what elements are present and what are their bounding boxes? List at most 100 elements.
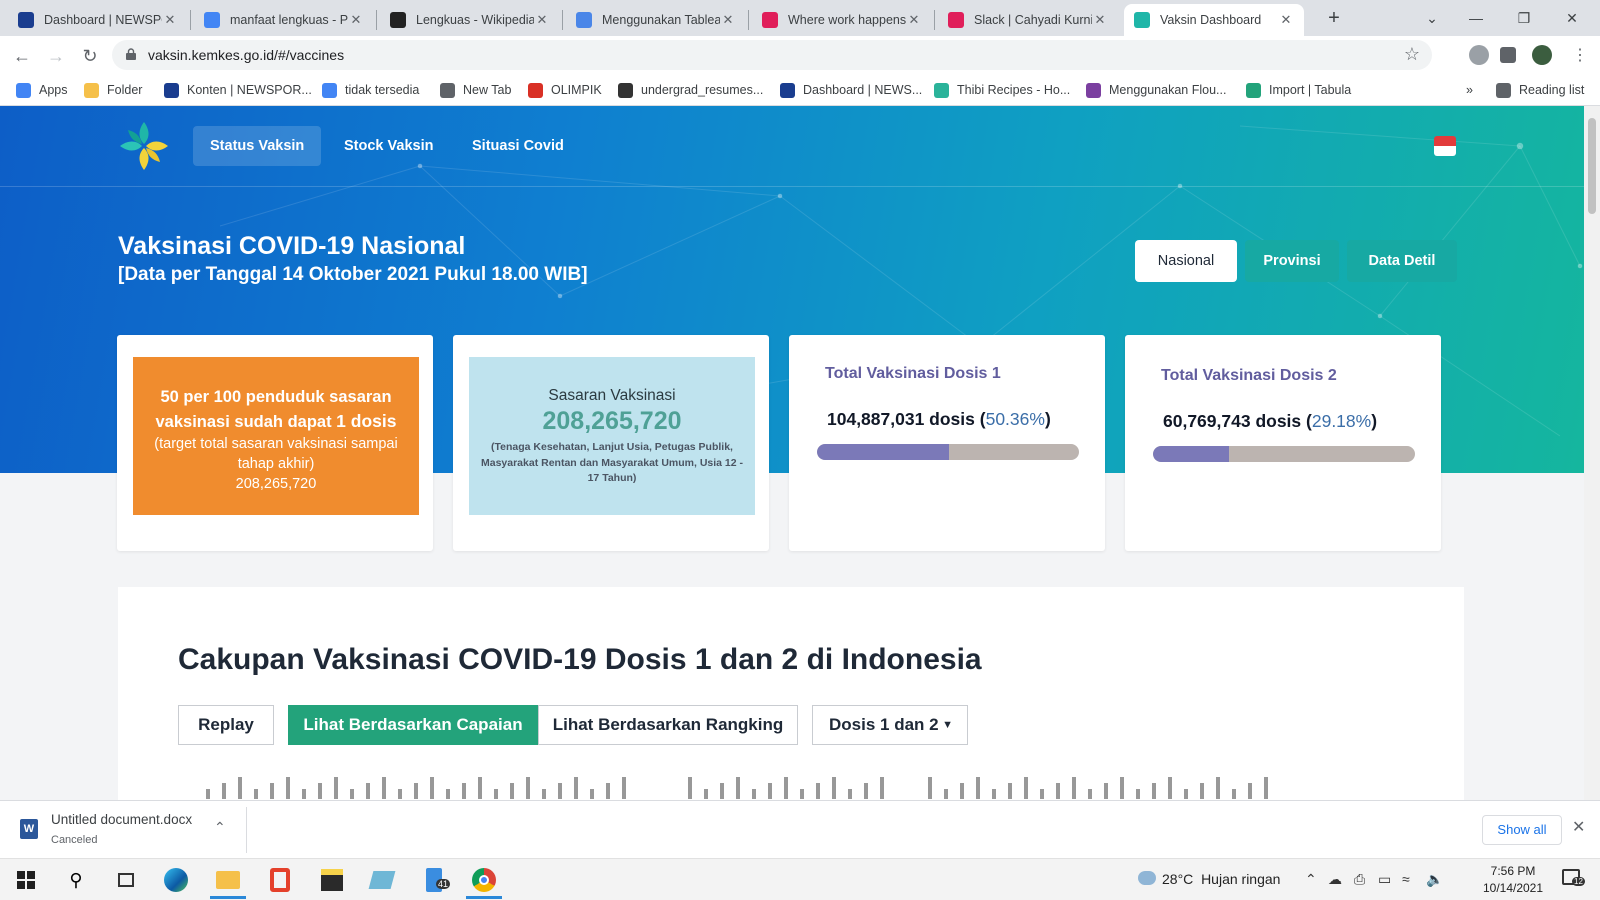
indonesia-flag-icon[interactable] (1434, 136, 1456, 156)
tab-close-icon[interactable]: ✕ (1278, 12, 1294, 28)
axis-tick-label (574, 777, 578, 799)
system-clock[interactable]: 7:56 PM 10/14/2021 (1468, 863, 1558, 897)
edge-icon[interactable] (152, 865, 200, 895)
file-explorer-icon[interactable] (204, 865, 252, 899)
browser-tab[interactable]: Menggunakan Tablea ✕ (566, 4, 746, 36)
tab-title: Where work happens (788, 13, 906, 27)
bookmark-item[interactable]: undergrad_resumes... (618, 80, 763, 100)
tab-close-icon[interactable]: ✕ (720, 12, 736, 28)
axis-tick-label (478, 777, 482, 799)
flourish-icon (1086, 82, 1101, 98)
download-bar: W Untitled document.docx Canceled ⌃ Show… (0, 800, 1600, 858)
snip-tool-icon[interactable] (358, 865, 406, 895)
browser-tab[interactable]: Where work happens ✕ (752, 4, 932, 36)
dose1-value: 104,887,031 dosis (50.36%) (827, 409, 1051, 429)
scope-button[interactable]: Provinsi (1245, 240, 1339, 282)
chevron-up-icon[interactable]: ⌃ (214, 819, 226, 836)
globe-icon[interactable] (1469, 45, 1489, 65)
nav-link[interactable]: Situasi Covid (455, 126, 581, 166)
tab-close-icon[interactable]: ✕ (348, 12, 364, 28)
nav-link[interactable]: Stock Vaksin (327, 126, 450, 166)
bookmark-item[interactable]: Apps (16, 80, 68, 100)
scope-button[interactable]: Nasional (1135, 240, 1237, 282)
browser-tab[interactable]: manfaat lengkuas - Pe ✕ (194, 4, 374, 36)
bookmark-item[interactable]: OLIMPIK (528, 80, 602, 100)
dose2-card: Total Vaksinasi Dosis 2 60,769,743 dosis… (1125, 335, 1441, 551)
scrollbar-thumb[interactable] (1588, 118, 1596, 214)
task-view-icon[interactable] (102, 865, 150, 895)
bookmark-item[interactable]: Menggunakan Flou... (1086, 80, 1226, 100)
axis-tick-label (960, 783, 964, 799)
page-scrollbar[interactable] (1584, 106, 1600, 800)
tab-title: Dashboard | NEWSPOR (44, 13, 162, 27)
kemkes-icon (1134, 12, 1150, 28)
dose-select[interactable]: Dosis 1 dan 2 ▼ (812, 705, 968, 745)
bookmark-item[interactable]: Dashboard | NEWS... (780, 80, 922, 100)
close-icon[interactable]: ✕ (1572, 817, 1585, 837)
nav-divider (0, 186, 1584, 187)
app-badge-icon[interactable]: 41 (410, 865, 458, 895)
bookmark-item[interactable]: Folder (84, 80, 142, 100)
axis-tick-label (430, 777, 434, 799)
address-bar[interactable]: vaksin.kemkes.go.id/#/vaccines ☆ (112, 40, 1432, 70)
browser-tab[interactable]: Slack | Cahyadi Kurnia ✕ (938, 4, 1118, 36)
bookmark-item[interactable]: Import | Tabula (1246, 80, 1351, 100)
menu-kebab-icon[interactable]: ⋮ (1566, 42, 1594, 70)
d-logo-icon (164, 82, 179, 98)
chevron-up-tray-icon[interactable]: ⌃ (1305, 871, 1317, 888)
onedrive-cloud-icon[interactable]: ☁ (1328, 871, 1342, 888)
tab-close-icon[interactable]: ✕ (906, 12, 922, 28)
bookmark-label: Konten | NEWSPOR... (187, 83, 312, 97)
globe-icon (440, 82, 455, 98)
chrome-icon[interactable] (460, 865, 508, 899)
weather-icon[interactable] (1138, 871, 1156, 885)
extensions-icon[interactable] (1500, 47, 1516, 63)
browser-tab[interactable]: Lengkuas - Wikipedia ✕ (380, 4, 560, 36)
bookmark-item[interactable]: Konten | NEWSPOR... (164, 80, 312, 100)
tab-close-icon[interactable]: ✕ (534, 12, 550, 28)
coverage-headline: 50 per 100 penduduk sasaran vaksinasi su… (155, 388, 397, 431)
axis-tick-label (752, 789, 756, 799)
scope-button[interactable]: Data Detil (1347, 240, 1457, 282)
reading-list-button[interactable]: Reading list (1496, 80, 1584, 100)
bookmark-star-icon[interactable]: ☆ (1404, 44, 1420, 65)
download-filename[interactable]: Untitled document.docx (51, 812, 192, 827)
search-icon[interactable]: ⚲ (52, 865, 100, 895)
back-icon[interactable]: ← (8, 42, 36, 70)
notification-center-icon[interactable]: 12 (1562, 869, 1585, 886)
more-bookmarks-button[interactable]: » (1466, 80, 1473, 100)
tab-search-chevron-icon[interactable]: ⌄ (1412, 4, 1452, 32)
printer-icon[interactable]: ⎙ (1354, 871, 1365, 888)
nav-link[interactable]: Status Vaksin (193, 126, 322, 166)
wifi-icon[interactable]: ≈ (1402, 871, 1410, 887)
browser-tab-strip: Dashboard | NEWSPOR✕manfaat lengkuas - P… (0, 0, 1600, 36)
view-by-capaian-button[interactable]: Lihat Berdasarkan Capaian (288, 705, 538, 745)
sticky-notes-icon[interactable] (308, 865, 356, 895)
minimize-icon[interactable]: — (1456, 4, 1496, 32)
forward-icon[interactable]: → (42, 42, 70, 70)
bookmark-item[interactable]: New Tab (440, 80, 511, 100)
kemkes-logo[interactable] (118, 120, 170, 172)
github-icon (618, 82, 633, 98)
bookmark-item[interactable]: tidak tersedia (322, 80, 419, 100)
chevron-down-icon: ▼ (942, 719, 953, 731)
tab-close-icon[interactable]: ✕ (1092, 12, 1108, 28)
page-title: Vaksinasi COVID-19 Nasional (118, 232, 466, 260)
browser-tab[interactable]: Vaksin Dashboard ✕ (1124, 4, 1304, 36)
browser-tab[interactable]: Dashboard | NEWSPOR✕ (8, 4, 188, 36)
profile-avatar[interactable] (1532, 45, 1552, 65)
view-by-rangking-button[interactable]: Lihat Berdasarkan Rangking (538, 705, 798, 745)
maximize-icon[interactable]: ❐ (1504, 4, 1544, 32)
volume-icon[interactable]: 🔈 (1426, 871, 1443, 888)
office-icon[interactable] (256, 865, 304, 895)
bookmark-item[interactable]: Thibi Recipes - Ho... (934, 80, 1070, 100)
reload-icon[interactable]: ↻ (76, 42, 104, 70)
window-close-icon[interactable]: ✕ (1552, 4, 1592, 32)
show-all-button[interactable]: Show all (1482, 815, 1562, 845)
new-tab-button[interactable]: + (1314, 4, 1354, 32)
windows-start-icon[interactable] (2, 865, 50, 895)
tab-close-icon[interactable]: ✕ (162, 12, 178, 28)
replay-button[interactable]: Replay (178, 705, 274, 745)
battery-icon[interactable]: ▭ (1378, 871, 1391, 888)
weather-widget[interactable]: 28°C Hujan ringan (1162, 871, 1280, 887)
